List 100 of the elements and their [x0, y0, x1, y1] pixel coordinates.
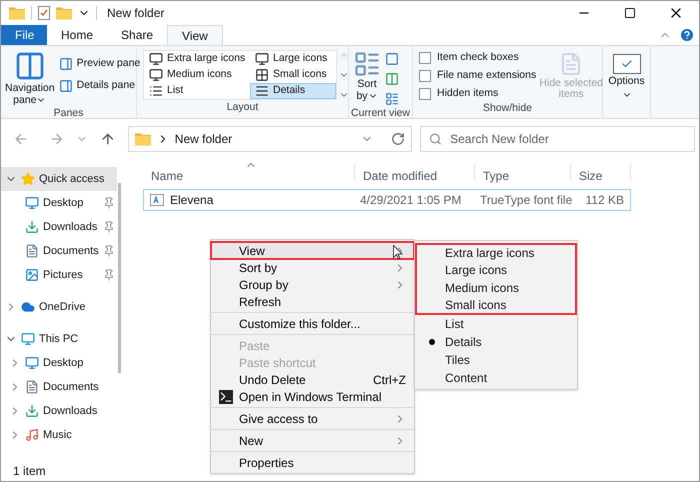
sort-icon [353, 50, 381, 78]
pane-button[interactable]: Preview pane [58, 56, 140, 72]
document-icon [25, 380, 39, 394]
lines-icon [255, 84, 269, 98]
group-label: Panes [52, 106, 84, 121]
menu-item[interactable]: New [211, 432, 414, 449]
search-icon [429, 132, 442, 146]
menu-item[interactable]: Refresh [211, 293, 414, 310]
table-cell-text: TrueType font file [479, 192, 570, 209]
group-label: Show/hide [482, 101, 534, 116]
star-icon [21, 172, 35, 186]
music-icon [25, 428, 39, 442]
nav-label: Documents [43, 380, 99, 395]
address-field[interactable]: New folder [128, 126, 412, 152]
menu-item[interactable]: View [211, 242, 414, 259]
refresh-icon[interactable] [391, 132, 406, 146]
maximize-icon [624, 7, 636, 19]
submenu-item[interactable]: Details [415, 333, 577, 351]
folder-icon [9, 6, 25, 20]
nav-label: OneDrive [39, 300, 86, 315]
forward-icon[interactable] [48, 131, 64, 147]
up-icon[interactable] [100, 131, 116, 147]
menu-item[interactable]: Undo Delete Ctrl+Z [211, 371, 414, 388]
layout-option[interactable]: Medium icons [144, 67, 250, 83]
status-text: 1 item [13, 463, 46, 480]
list-icon [149, 84, 163, 98]
column-header[interactable]: Size [571, 163, 631, 181]
submenu-item[interactable]: Large icons [415, 261, 577, 279]
submenu-item[interactable]: Small icons [415, 297, 577, 315]
sort-by-button[interactable]: Sort by [353, 50, 381, 106]
nav-label: Music [43, 428, 72, 443]
nav-label: Desktop [43, 196, 84, 211]
search-box[interactable]: Search New folder [420, 126, 695, 152]
menu-item[interactable]: Sort by [211, 259, 414, 276]
group-label: Layout [226, 100, 260, 116]
submenu-item[interactable]: Extra large icons [415, 243, 577, 261]
submenu-item[interactable]: Content [415, 369, 577, 387]
computer-icon [21, 332, 35, 346]
pane-layout-icon [14, 50, 46, 82]
column-header[interactable]: Name [143, 163, 355, 181]
desktop-icon [25, 356, 39, 370]
file-row[interactable]: Elevena 4/29/2021 1:05 PM TrueType font file 112 KB [143, 189, 631, 211]
submenu-item[interactable]: Tiles [415, 351, 577, 369]
download-icon [25, 404, 39, 418]
menu-item[interactable]: Customize this folder... [211, 315, 414, 332]
monitor-icon [149, 52, 163, 66]
column-header[interactable]: Type [475, 163, 571, 181]
menu-item[interactable]: Open in Windows Terminal [211, 388, 414, 405]
nav-label: This PC [39, 332, 78, 347]
checkbox-label: File name extensions [437, 68, 536, 83]
checkbox-label: Item check boxes [437, 50, 519, 65]
nav-label: Pictures [43, 268, 83, 283]
columns-icon[interactable] [385, 72, 399, 86]
new-folder-icon [56, 6, 72, 20]
nav-label: Desktop [43, 356, 84, 371]
nav-item[interactable]: Quick access [1, 167, 117, 191]
pane-icon [58, 56, 73, 71]
layout-option[interactable]: Large icons [250, 51, 336, 67]
download-icon [25, 220, 39, 234]
desktop-icon [25, 196, 39, 210]
monitor-icon [149, 68, 163, 82]
submenu-item[interactable]: Medium icons [415, 279, 577, 297]
pane-button[interactable]: Details pane [58, 78, 140, 94]
layout-option[interactable]: List [144, 83, 250, 99]
nav-label: Downloads [43, 220, 98, 235]
nav-label: Downloads [43, 404, 98, 419]
group-by-icon[interactable] [385, 52, 399, 66]
menu-item[interactable]: Properties [211, 454, 414, 471]
submenu-item[interactable]: List [415, 315, 577, 333]
checkbox[interactable] [419, 88, 431, 100]
search-field[interactable]: Search New folder [450, 130, 686, 148]
ribbon-tab[interactable]: Home [47, 25, 108, 45]
help-icon[interactable] [679, 27, 695, 43]
size-columns-icon[interactable] [385, 92, 399, 106]
ribbon-tab[interactable]: File [1, 25, 47, 45]
scrollbar[interactable] [118, 183, 121, 373]
back-icon[interactable] [13, 131, 29, 147]
nav-label: Documents [43, 244, 99, 259]
checkbox[interactable] [419, 70, 431, 82]
menu-item[interactable]: Group by [211, 276, 414, 293]
ribbon-tab[interactable]: View [167, 25, 223, 45]
properties-icon[interactable] [38, 6, 50, 20]
pane-icon [58, 78, 73, 93]
cursor-icon [393, 245, 403, 260]
layout-option[interactable]: Extra large icons [144, 51, 250, 67]
font-file-icon [150, 194, 164, 206]
table-cell: Elevena [144, 191, 354, 209]
picture-icon [25, 268, 39, 282]
window-title: New folder [107, 5, 164, 22]
options-icon [612, 54, 640, 74]
options-button[interactable]: Options [608, 54, 645, 100]
ribbon-tab[interactable]: Share [107, 25, 168, 45]
checkbox[interactable] [419, 52, 431, 64]
path-segment[interactable]: New folder [174, 130, 232, 148]
column-header[interactable]: Date modified [355, 163, 475, 181]
terminal-icon [219, 390, 233, 404]
menu-item[interactable]: Give access to [211, 410, 414, 427]
layout-option[interactable]: Small icons [250, 67, 336, 83]
layout-option[interactable]: Details [250, 83, 336, 99]
navigation-pane-button[interactable]: Navigation pane [5, 50, 55, 106]
